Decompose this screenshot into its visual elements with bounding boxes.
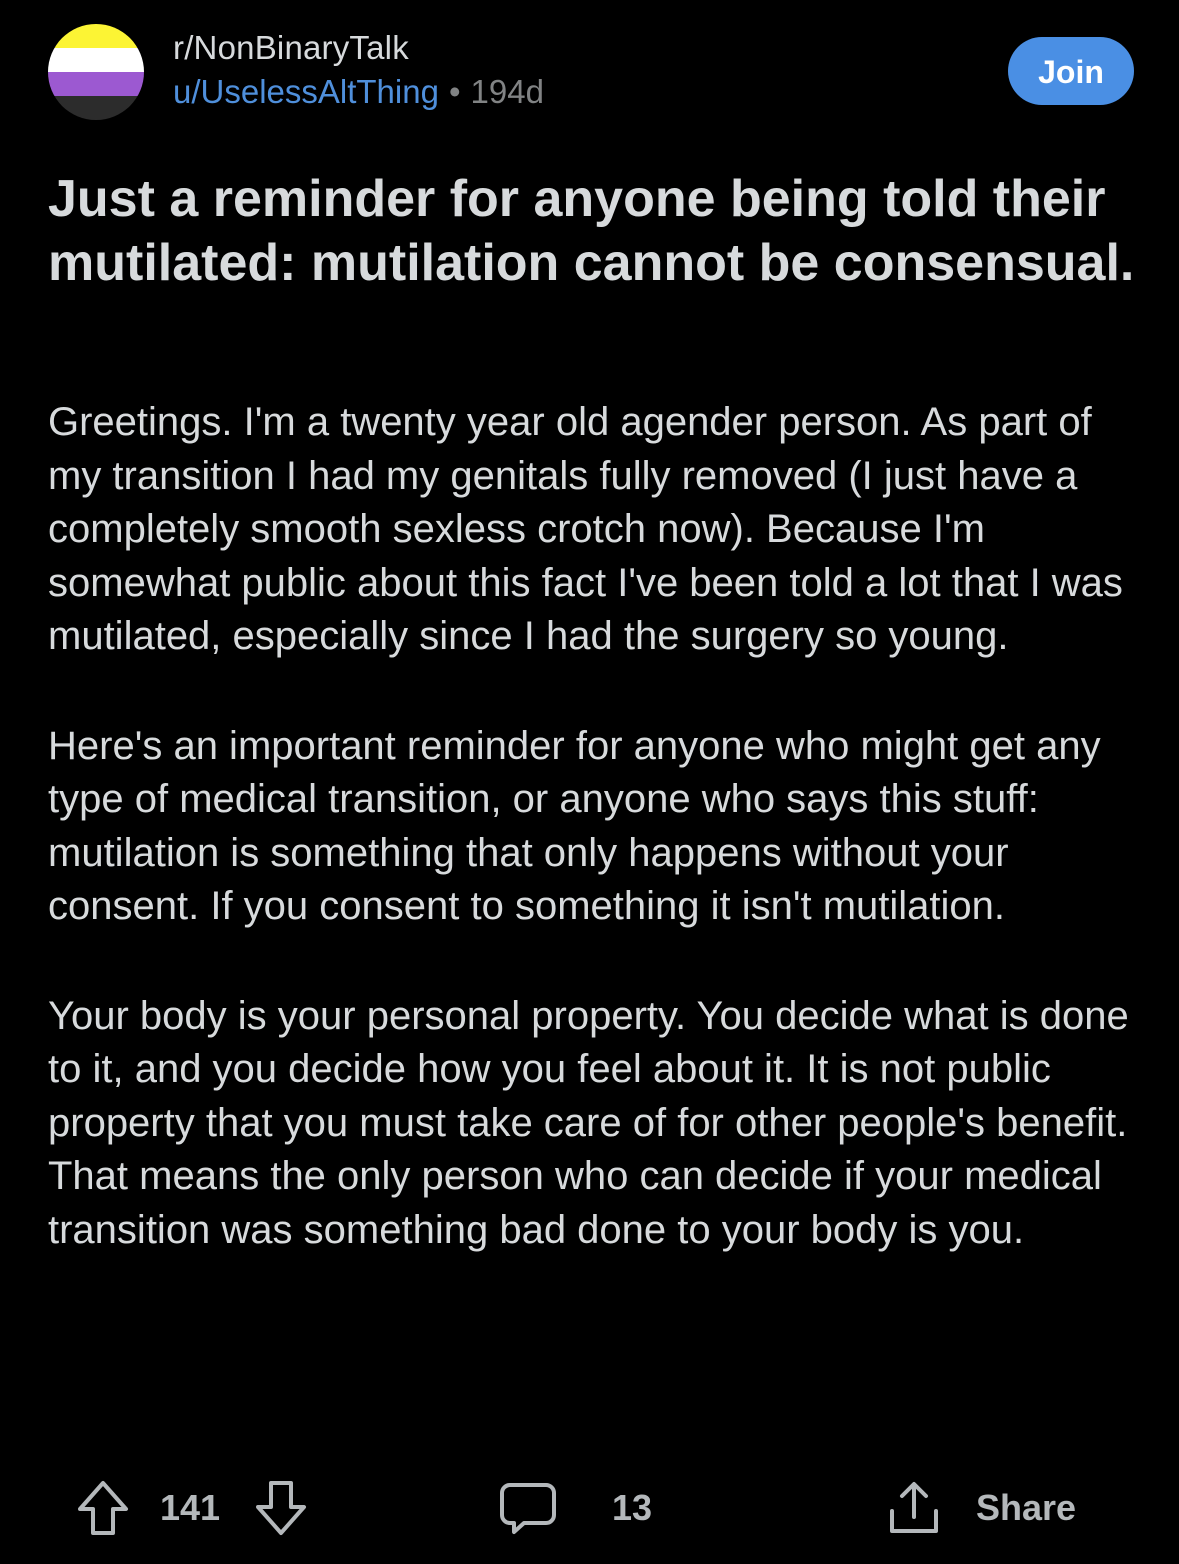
nonbinary-flag-icon [48,24,144,120]
join-button[interactable]: Join [1008,37,1134,105]
upvote-arrow-icon[interactable] [76,1479,130,1537]
post-action-bar: 141 13 Share [0,1470,1179,1546]
body-paragraph: Your body is your personal property. You… [48,993,1129,1252]
vote-group: 141 [76,1470,308,1546]
post-title[interactable]: Just a reminder for anyone being told th… [48,167,1138,295]
subreddit-avatar[interactable] [48,24,144,120]
byline: u/UselessAltThing • 194d [173,72,544,112]
author-username[interactable]: u/UselessAltThing [173,73,439,110]
vote-count: 141 [160,1487,221,1528]
post-header: r/NonBinaryTalk u/UselessAltThing • 194d J… [48,24,1138,124]
share-upload-icon [890,1482,938,1533]
post-age: 194d [470,73,544,110]
post-meta: r/NonBinaryTalk u/UselessAltThing • 194d [173,28,544,112]
comment-bubble-icon [500,1483,556,1534]
share-label: Share [976,1487,1077,1528]
subreddit-name[interactable]: r/NonBinaryTalk [173,28,544,68]
body-paragraph: Here's an important reminder for anyone … [48,723,1101,929]
share-button[interactable]: Share [884,1470,1076,1546]
downvote-arrow-icon[interactable] [254,1479,308,1537]
meta-separator: • [448,73,461,110]
body-paragraph: Greetings. I'm a twenty year old agender… [48,400,1123,658]
post-body: Greetings. I'm a twenty year old agender… [48,396,1143,1313]
comment-count: 13 [612,1487,653,1528]
comments-button[interactable]: 13 [498,1470,652,1546]
